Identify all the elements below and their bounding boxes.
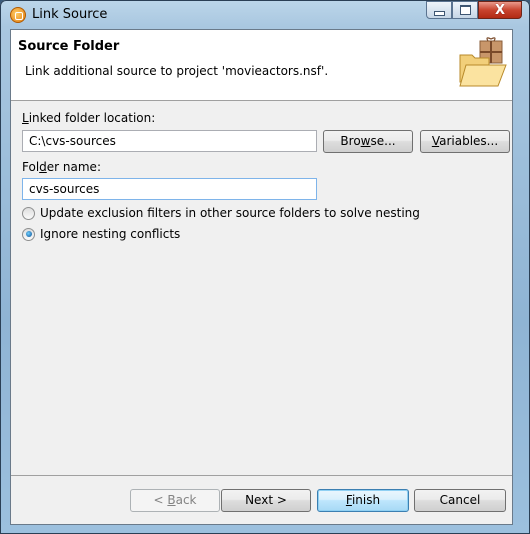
- variables-button[interactable]: Variables...: [420, 130, 510, 153]
- finish-button[interactable]: Finish: [317, 489, 409, 512]
- footer-separator: [11, 475, 512, 476]
- next-button[interactable]: Next >: [221, 489, 311, 512]
- dialog-window: Link Source X Source Folder Link additio…: [0, 0, 530, 534]
- folder-with-package-icon: [459, 37, 507, 87]
- wizard-banner: Source Folder Link additional source to …: [11, 30, 512, 101]
- page-description: Link additional source to project 'movie…: [25, 64, 329, 78]
- title-bar[interactable]: Link Source X: [0, 0, 530, 28]
- maximize-button[interactable]: [452, 1, 478, 19]
- linked-folder-location-label: Linked folder location:: [22, 111, 156, 125]
- close-icon: X: [494, 2, 506, 18]
- radio-button[interactable]: [22, 206, 35, 220]
- maximize-icon: [459, 5, 471, 15]
- radio-label: Ignore nesting conflicts: [40, 227, 181, 241]
- minimize-button[interactable]: [426, 1, 452, 19]
- radio-update-exclusion-filters[interactable]: Update exclusion filters in other source…: [22, 206, 420, 220]
- browse-button[interactable]: Browse...: [323, 130, 413, 153]
- dialog-client-area: Source Folder Link additional source to …: [10, 29, 513, 525]
- minimize-icon: [433, 11, 445, 16]
- back-button[interactable]: < Back: [130, 489, 220, 512]
- window-controls: X: [426, 1, 522, 19]
- page-title: Source Folder: [18, 39, 120, 54]
- radio-button-checked[interactable]: [22, 227, 35, 241]
- app-icon: [10, 7, 26, 23]
- linked-folder-location-input[interactable]: C:\cvs-sources: [22, 130, 317, 152]
- folder-name-input[interactable]: cvs-sources: [22, 178, 317, 200]
- radio-ignore-nesting-conflicts[interactable]: Ignore nesting conflicts: [22, 227, 180, 241]
- cancel-button[interactable]: Cancel: [414, 489, 506, 512]
- radio-label: Update exclusion filters in other source…: [40, 206, 420, 220]
- window-title: Link Source: [32, 7, 108, 22]
- close-button[interactable]: X: [478, 1, 522, 19]
- folder-name-label: Folder name:: [22, 160, 101, 174]
